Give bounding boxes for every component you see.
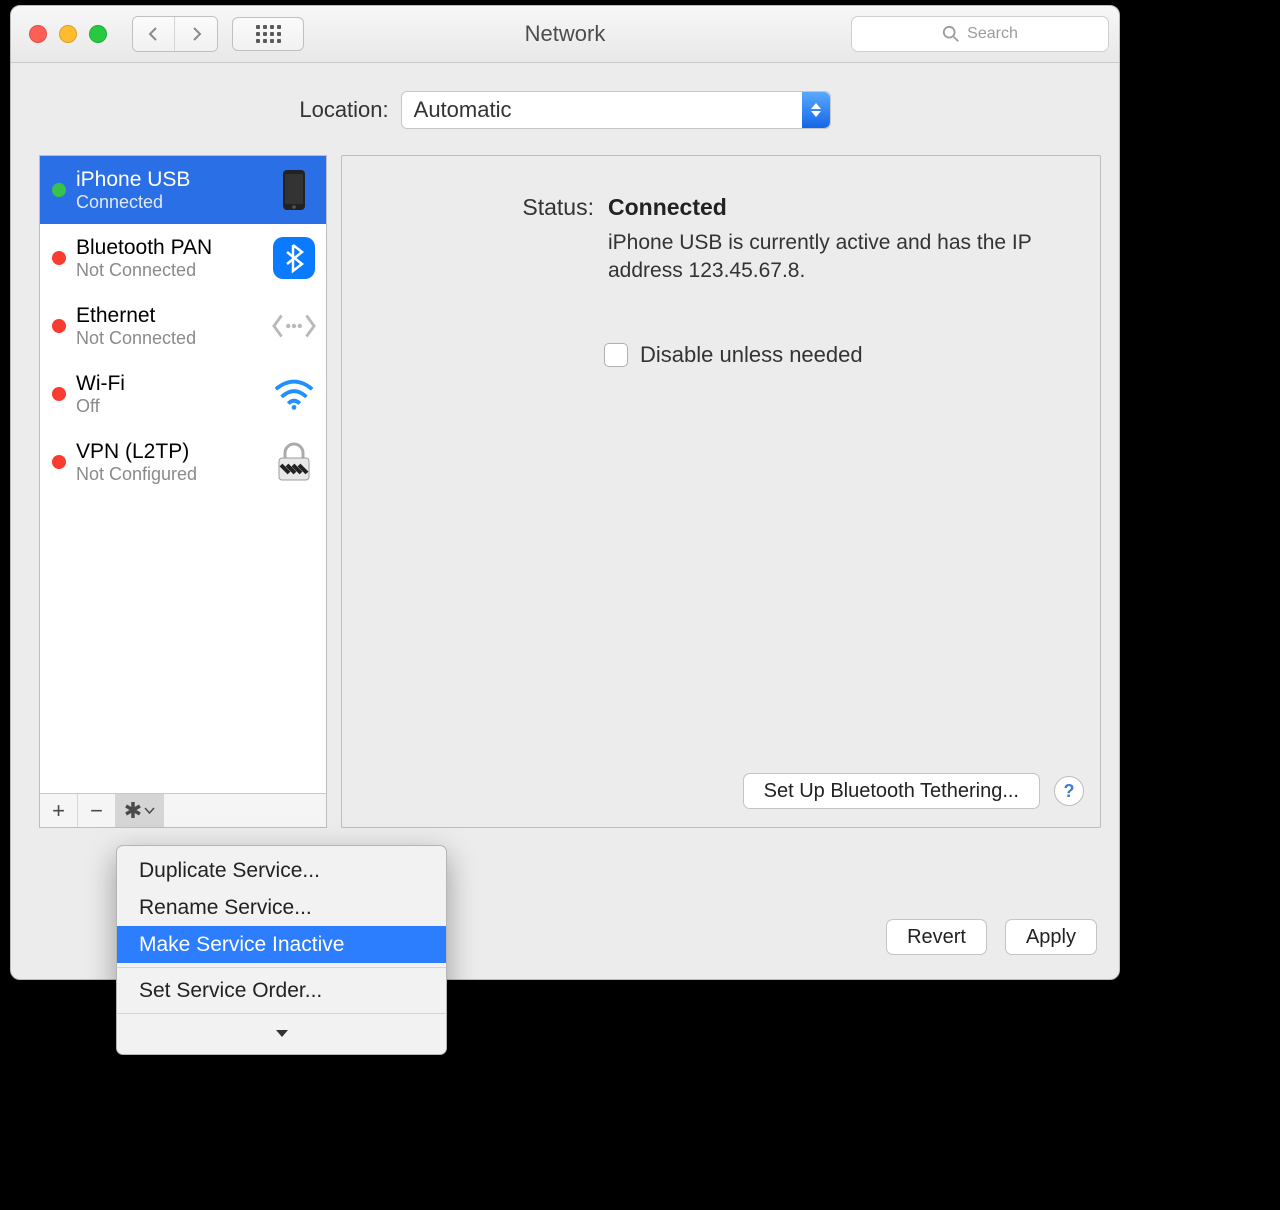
add-service-button[interactable]: +	[40, 794, 78, 827]
lock-icon	[272, 440, 316, 484]
search-icon	[942, 25, 960, 43]
gear-icon: ✱	[124, 798, 142, 824]
services-sidebar: iPhone USB Connected Bluetooth PAN Not C…	[39, 155, 327, 828]
service-item-wifi[interactable]: Wi-Fi Off	[40, 360, 326, 428]
revert-button[interactable]: Revert	[886, 919, 987, 955]
location-select[interactable]: Automatic	[401, 91, 831, 129]
location-value: Automatic	[414, 97, 512, 123]
plus-icon: +	[52, 798, 65, 824]
status-dot-icon	[52, 455, 66, 469]
menu-duplicate-service[interactable]: Duplicate Service...	[117, 852, 446, 889]
service-item-vpn[interactable]: VPN (L2TP) Not Configured	[40, 428, 326, 496]
location-label: Location:	[299, 97, 388, 123]
traffic-lights	[29, 25, 107, 43]
grid-icon	[256, 25, 281, 43]
remove-service-button[interactable]: −	[78, 794, 116, 827]
nav-buttons	[132, 16, 218, 52]
menu-set-service-order[interactable]: Set Service Order...	[117, 972, 446, 1009]
status-label: Status:	[514, 194, 594, 221]
titlebar: Network Search	[11, 6, 1119, 63]
content-area: iPhone USB Connected Bluetooth PAN Not C…	[11, 129, 1119, 828]
disable-checkbox-label: Disable unless needed	[640, 342, 863, 368]
chevron-left-icon	[146, 26, 162, 42]
service-status: Connected	[76, 192, 262, 214]
disable-checkbox-row: Disable unless needed	[604, 342, 1078, 368]
service-actions-menu: Duplicate Service... Rename Service... M…	[116, 845, 447, 1055]
chevron-down-icon	[144, 807, 155, 814]
search-field[interactable]: Search	[851, 16, 1109, 52]
menu-separator	[117, 1013, 446, 1014]
forward-button[interactable]	[175, 17, 217, 51]
search-placeholder: Search	[967, 25, 1018, 43]
setup-bluetooth-button[interactable]: Set Up Bluetooth Tethering...	[743, 773, 1040, 809]
menu-separator	[117, 967, 446, 968]
service-status: Not Configured	[76, 464, 262, 486]
show-all-button[interactable]	[232, 17, 304, 51]
service-item-iphone-usb[interactable]: iPhone USB Connected	[40, 156, 326, 224]
status-dot-icon	[52, 387, 66, 401]
chevron-right-icon	[188, 26, 204, 42]
wifi-icon	[272, 372, 316, 416]
status-dot-icon	[52, 319, 66, 333]
menu-rename-service[interactable]: Rename Service...	[117, 889, 446, 926]
menu-more-indicator[interactable]	[117, 1018, 446, 1048]
disable-checkbox[interactable]	[604, 343, 628, 367]
menu-make-inactive[interactable]: Make Service Inactive	[117, 926, 446, 963]
network-prefs-window: Network Search Location: Automatic iPhon…	[10, 5, 1120, 980]
service-name: Wi-Fi	[76, 371, 262, 396]
zoom-button[interactable]	[89, 25, 107, 43]
service-status: Not Connected	[76, 260, 262, 282]
service-name: Bluetooth PAN	[76, 235, 262, 260]
bluetooth-icon	[272, 236, 316, 280]
minimize-button[interactable]	[59, 25, 77, 43]
service-item-bluetooth-pan[interactable]: Bluetooth PAN Not Connected	[40, 224, 326, 292]
ethernet-icon	[272, 304, 316, 348]
status-description: iPhone USB is currently active and has t…	[608, 229, 1078, 286]
service-status: Off	[76, 396, 262, 418]
status-value: Connected	[608, 194, 727, 221]
service-name: VPN (L2TP)	[76, 439, 262, 464]
sidebar-footer: + − ✱	[40, 793, 326, 827]
service-status: Not Connected	[76, 328, 262, 350]
status-dot-icon	[52, 183, 66, 197]
triangle-down-icon	[275, 1029, 289, 1038]
service-list: iPhone USB Connected Bluetooth PAN Not C…	[40, 156, 326, 793]
detail-pane: Status: Connected iPhone USB is currentl…	[341, 155, 1101, 828]
service-name: iPhone USB	[76, 167, 262, 192]
phone-icon	[272, 168, 316, 212]
apply-button[interactable]: Apply	[1005, 919, 1097, 955]
location-row: Location: Automatic	[11, 91, 1119, 129]
close-button[interactable]	[29, 25, 47, 43]
status-dot-icon	[52, 251, 66, 265]
stepper-arrows-icon	[802, 92, 830, 128]
service-name: Ethernet	[76, 303, 262, 328]
help-button[interactable]: ?	[1054, 776, 1084, 806]
service-item-ethernet[interactable]: Ethernet Not Connected	[40, 292, 326, 360]
back-button[interactable]	[133, 17, 175, 51]
question-icon: ?	[1064, 781, 1075, 802]
minus-icon: −	[90, 798, 103, 824]
service-actions-button[interactable]: ✱	[116, 794, 164, 827]
